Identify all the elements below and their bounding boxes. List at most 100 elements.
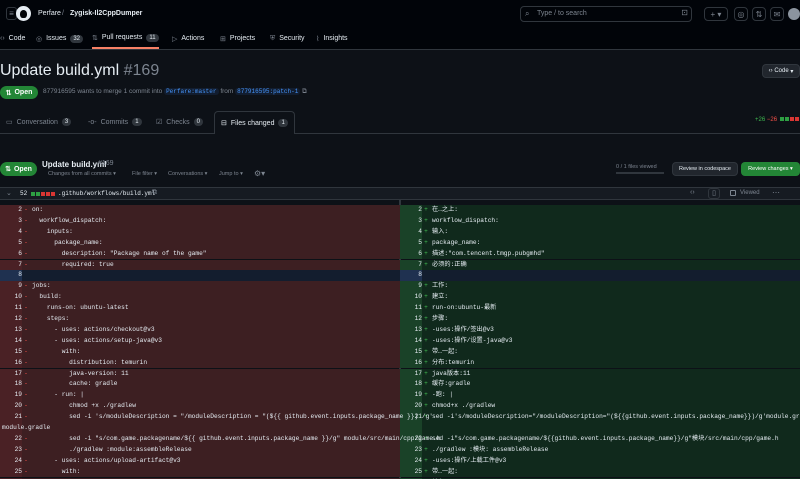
copy-path-icon[interactable]: ⧉	[152, 189, 157, 197]
rich-diff-icon[interactable]: ▯	[708, 188, 720, 199]
right-line-number[interactable]: 15	[400, 346, 422, 358]
right-line-number[interactable]: 13	[400, 324, 422, 336]
repo-owner-link[interactable]: Perfare	[38, 10, 61, 17]
left-line-number[interactable]: 19	[0, 390, 22, 402]
right-line-number[interactable]: 17	[400, 368, 422, 380]
deletion-marker: -	[24, 456, 28, 464]
right-line-number[interactable]: 24	[400, 455, 422, 467]
issues-icon[interactable]: ◎	[734, 7, 748, 21]
left-line-number[interactable]: 15	[0, 346, 22, 358]
left-line-number[interactable]: 7	[0, 259, 22, 271]
tab-security[interactable]: ⛨ Security	[270, 28, 305, 49]
right-line-number[interactable]: 11	[400, 303, 422, 314]
conversations-dropdown[interactable]: Conversations ▾	[168, 171, 207, 177]
search-input[interactable]: ⌕ Type / to search ⊡	[520, 6, 692, 22]
tab-projects[interactable]: ⊞ Projects	[220, 28, 255, 49]
source-view-icon[interactable]: ‹›	[690, 189, 695, 196]
left-code-line: build:	[32, 293, 62, 301]
left-line-number[interactable]: 20	[0, 401, 22, 413]
review-changes-button[interactable]: Review changes ▾	[741, 162, 800, 176]
tab-insights[interactable]: ⌇ Insights	[316, 28, 348, 49]
play-icon: ▷	[172, 35, 178, 43]
left-line-number[interactable]: 13	[0, 324, 22, 336]
right-line-number[interactable]: 18	[400, 379, 422, 391]
deletion-marker: -	[24, 467, 28, 475]
left-line-number[interactable]: 9	[0, 281, 22, 293]
code-button[interactable]: ‹› Code ▾	[762, 64, 800, 78]
left-line-number[interactable]: 16	[0, 357, 22, 369]
left-line-number[interactable]: 3	[0, 215, 22, 227]
left-line-number[interactable]: 22	[0, 433, 22, 445]
collapse-chevron-icon[interactable]: ⌄	[6, 189, 12, 197]
left-code-line: description: "Package name of the game"	[32, 249, 207, 257]
github-logo-icon[interactable]	[16, 6, 31, 21]
right-line-number[interactable]: 23	[400, 444, 422, 456]
repo-nav: ‹› Code ◎ Issues 32 ⇅ Pull requests 11 ▷ Actio…	[0, 28, 800, 50]
tab-code[interactable]: ‹› Code	[0, 28, 25, 49]
viewed-label: Viewed	[740, 190, 760, 196]
left-line-number[interactable]: 14	[0, 335, 22, 347]
jump-to-dropdown[interactable]: Jump to ▾	[219, 171, 243, 177]
left-line-number[interactable]: 25	[0, 466, 22, 478]
tab-checks[interactable]: ☑ Checks 0	[156, 111, 203, 133]
right-line-number[interactable]: 19	[400, 390, 422, 402]
diff-row: 17 17- + java-version: 11 java版本:11	[0, 368, 800, 380]
right-line-number[interactable]: 12	[400, 314, 422, 325]
tab-commits[interactable]: -o- Commits 1	[88, 111, 142, 133]
review-in-codespace-button[interactable]: Review in codespace	[672, 162, 738, 176]
avatar[interactable]	[788, 8, 800, 20]
pull-requests-icon[interactable]: ⇅	[752, 7, 766, 21]
head-branch[interactable]: 877916595:patch-1	[235, 88, 301, 95]
tab-issues[interactable]: ◎ Issues 32	[36, 28, 84, 49]
pr-author-link[interactable]: 877916595	[43, 88, 76, 95]
right-line-number[interactable]: 9	[400, 281, 422, 293]
right-line-number[interactable]: 2	[400, 205, 422, 216]
repo-name-link[interactable]: Zygisk-Il2CppDumper	[70, 10, 142, 17]
right-line-number[interactable]: 7	[400, 259, 422, 271]
viewed-checkbox[interactable]	[730, 190, 736, 196]
right-line-number[interactable]: 6	[400, 248, 422, 260]
left-line-number[interactable]: 10	[0, 292, 22, 304]
left-line-number[interactable]: 24	[0, 455, 22, 467]
pr-state-label: Open	[14, 89, 33, 96]
left-line-number[interactable]: 5	[0, 237, 22, 249]
left-line-number[interactable]: 6	[0, 248, 22, 260]
right-line-number[interactable]: 20	[400, 401, 422, 413]
deletion-marker: -	[24, 380, 28, 388]
tab-label: Issues	[46, 35, 67, 42]
file-path[interactable]: .github/workflows/build.yml	[58, 190, 155, 197]
diff-row: 4 4- + inputs: 输入:	[0, 226, 800, 238]
settings-gear-icon[interactable]: ⚙▾	[254, 169, 265, 178]
tab-conversation[interactable]: ▭ Conversation 3	[6, 111, 72, 133]
deletion-marker: -	[24, 445, 28, 453]
notifications-icon[interactable]: ✉	[770, 7, 784, 21]
left-line-number[interactable]: 8	[0, 270, 22, 282]
tab-pull-requests[interactable]: ⇅ Pull requests 11	[92, 28, 159, 49]
copy-icon[interactable]: ⧉	[302, 88, 307, 95]
left-line-number[interactable]: 2	[0, 205, 22, 216]
left-line-number[interactable]: 23	[0, 444, 22, 456]
right-line-number[interactable]: 14	[400, 335, 422, 347]
tab-actions[interactable]: ▷ Actions	[172, 28, 204, 49]
right-line-number[interactable]: 5	[400, 237, 422, 249]
left-line-number[interactable]: 4	[0, 226, 22, 238]
left-line-number[interactable]: 17	[0, 368, 22, 380]
right-line-number[interactable]: 16	[400, 357, 422, 369]
right-line-number[interactable]: 4	[400, 226, 422, 238]
command-palette-icon[interactable]: ⊡	[681, 8, 688, 17]
pr-tab-count: 0	[193, 118, 203, 126]
left-line-number[interactable]: 12	[0, 314, 22, 325]
filter-commits-dropdown[interactable]: Changes from all commits ▾	[48, 171, 116, 177]
create-new-button[interactable]: + ▾	[704, 7, 728, 21]
base-branch[interactable]: Perfare:master	[164, 88, 219, 95]
kebab-menu-icon[interactable]: ⋯	[772, 188, 780, 197]
tab-files-changed[interactable]: ⊟ Files changed 1	[214, 111, 295, 134]
review-changes-label: Review changes ▾	[748, 166, 793, 172]
right-line-number[interactable]: 8	[400, 270, 422, 282]
right-line-number[interactable]: 25	[400, 466, 422, 478]
left-line-number[interactable]: 18	[0, 379, 22, 391]
right-line-number[interactable]: 10	[400, 292, 422, 304]
left-line-number[interactable]: 11	[0, 303, 22, 314]
right-line-number[interactable]: 3	[400, 215, 422, 227]
file-filter-dropdown[interactable]: File filter ▾	[132, 171, 157, 177]
